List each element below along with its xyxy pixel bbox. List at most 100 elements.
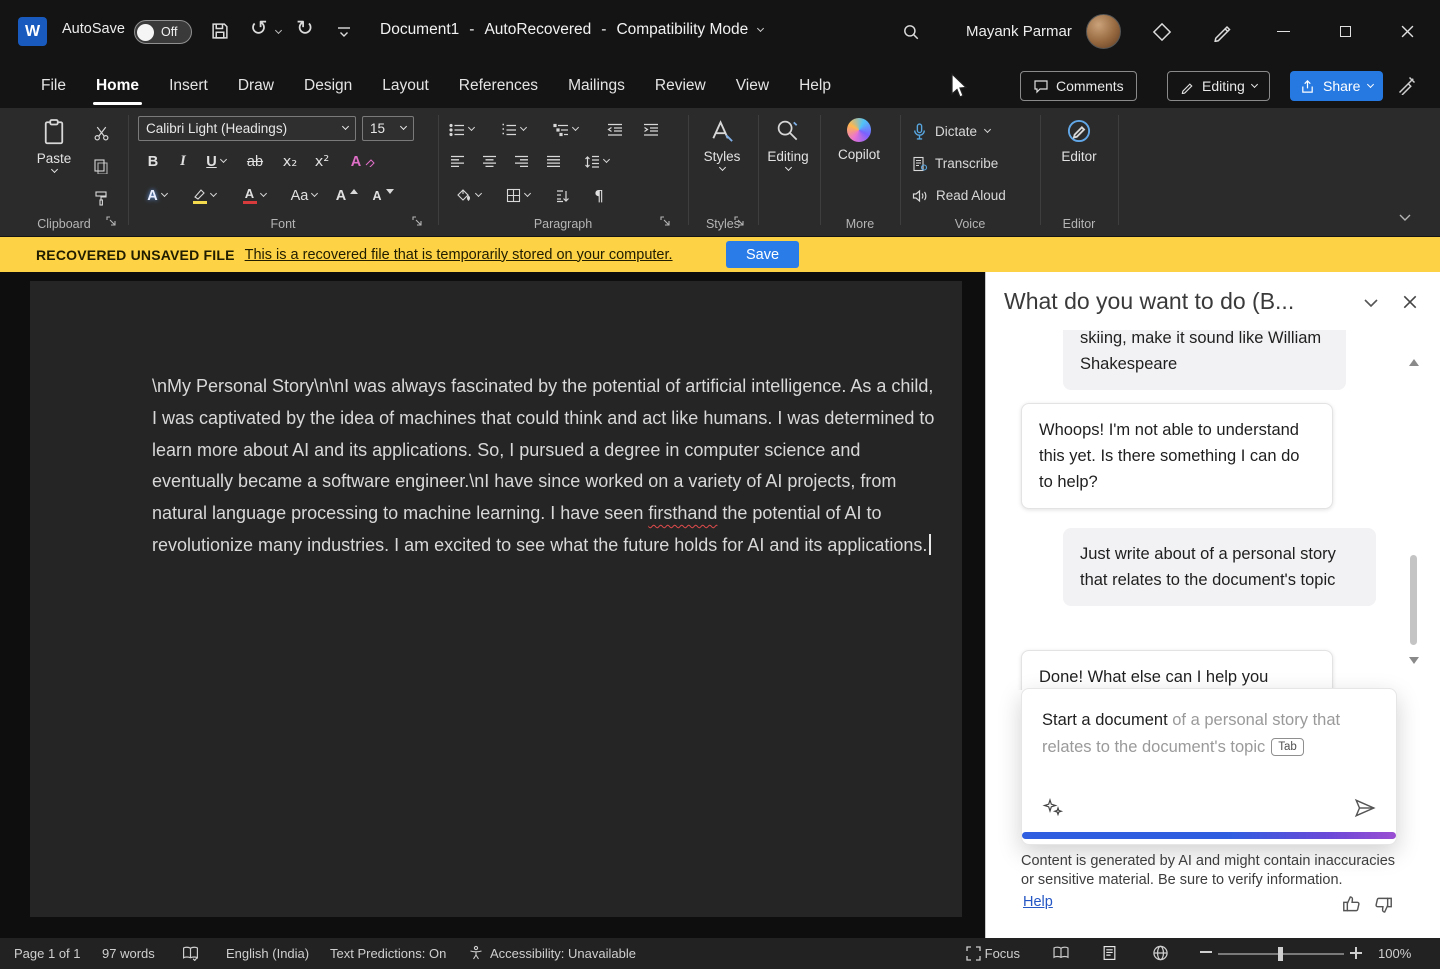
read-mode-button[interactable] — [1052, 945, 1070, 960]
tab-references[interactable]: References — [444, 63, 553, 108]
tab-insert[interactable]: Insert — [154, 63, 223, 108]
superscript-button[interactable]: x² — [308, 148, 336, 175]
highlight-color-button[interactable] — [184, 182, 224, 209]
word-logo-icon[interactable]: W — [18, 17, 47, 46]
zoom-level[interactable]: 100% — [1378, 946, 1411, 961]
panel-collapse-button[interactable] — [1362, 296, 1380, 310]
close-button[interactable] — [1385, 0, 1430, 63]
language-indicator[interactable]: English (India) — [226, 946, 309, 961]
underline-button[interactable]: U — [198, 148, 234, 175]
justify-button[interactable] — [540, 148, 566, 175]
search-button[interactable] — [902, 23, 920, 41]
thumbs-down-button[interactable] — [1374, 896, 1393, 915]
tab-design[interactable]: Design — [289, 63, 367, 108]
read-aloud-button[interactable]: Read Aloud — [912, 182, 1020, 209]
change-case-button[interactable]: Aa — [284, 182, 324, 209]
word-count[interactable]: 97 words — [102, 946, 155, 961]
editing-button[interactable]: Editing — [762, 114, 814, 170]
align-center-button[interactable] — [476, 148, 502, 175]
copilot-button[interactable]: Copilot — [828, 114, 890, 162]
accessibility-status[interactable]: Accessibility: Unavailable — [490, 946, 636, 961]
font-color-button[interactable]: A — [234, 182, 274, 209]
help-link[interactable]: Help — [1023, 894, 1053, 910]
strikethrough-button[interactable]: ab — [240, 148, 270, 175]
font-size-combo[interactable]: 15 — [362, 116, 414, 141]
paste-button[interactable]: Paste — [30, 114, 78, 172]
print-layout-button[interactable] — [1102, 945, 1117, 961]
rewrite-sparkle-button[interactable] — [1042, 798, 1064, 818]
text-predictions-indicator[interactable]: Text Predictions: On — [330, 946, 446, 961]
copilot-composer[interactable]: Start a document of a personal story tha… — [1021, 688, 1397, 845]
autosave-toggle[interactable]: Off — [134, 20, 192, 44]
line-spacing-button[interactable] — [578, 148, 614, 175]
show-formatting-button[interactable]: ¶ — [586, 182, 612, 209]
tab-layout[interactable]: Layout — [367, 63, 444, 108]
document-page[interactable]: \nMy Personal Story\n\nI was always fasc… — [30, 281, 962, 917]
recovered-file-message[interactable]: This is a recovered file that is tempora… — [245, 247, 673, 263]
web-layout-button[interactable] — [1152, 945, 1169, 961]
format-painter-button[interactable] — [88, 184, 114, 211]
paragraph-dialog-launcher[interactable] — [660, 216, 671, 227]
save-button[interactable] — [210, 21, 230, 41]
comments-button[interactable]: Comments — [1020, 71, 1137, 101]
focus-button[interactable]: Focus — [966, 946, 1020, 961]
tab-help[interactable]: Help — [784, 63, 846, 108]
tab-draw[interactable]: Draw — [223, 63, 289, 108]
clipboard-dialog-launcher[interactable] — [106, 216, 117, 227]
accessibility-button[interactable] — [468, 945, 484, 961]
subscript-button[interactable]: x₂ — [276, 148, 304, 175]
scrollbar-thumb[interactable] — [1410, 555, 1417, 645]
coauthor-pen-icon[interactable] — [1397, 75, 1417, 95]
editor-button[interactable]: Editor — [1048, 114, 1110, 164]
scroll-down-button[interactable] — [1409, 664, 1419, 682]
styles-button[interactable]: Styles — [694, 114, 750, 170]
undo-button[interactable]: ↺ — [250, 18, 268, 39]
tab-home[interactable]: Home — [81, 63, 154, 108]
copy-button[interactable] — [88, 152, 114, 179]
bullets-button[interactable] — [444, 116, 478, 143]
font-dialog-launcher[interactable] — [412, 216, 423, 227]
editing-mode-button[interactable]: Editing — [1167, 71, 1270, 101]
document-title[interactable]: Document1 - AutoRecovered - Compatibilit… — [380, 21, 763, 39]
proofing-status-button[interactable] — [182, 945, 199, 961]
shrink-font-button[interactable]: A — [368, 182, 398, 209]
scroll-up-button[interactable] — [1409, 342, 1419, 360]
dictate-button[interactable]: Dictate — [912, 118, 1002, 145]
collapse-ribbon-button[interactable] — [1398, 212, 1412, 224]
customize-toolbar-button[interactable] — [336, 25, 352, 39]
share-button[interactable]: Share — [1290, 71, 1383, 101]
align-right-button[interactable] — [508, 148, 534, 175]
minimize-button[interactable] — [1261, 0, 1306, 63]
borders-button[interactable] — [500, 182, 536, 209]
zoom-slider[interactable] — [1218, 953, 1344, 955]
designer-icon[interactable] — [1152, 22, 1172, 42]
maximize-button[interactable] — [1323, 0, 1368, 63]
sort-button[interactable] — [548, 182, 576, 209]
increase-indent-button[interactable] — [638, 116, 664, 143]
grow-font-button[interactable]: A — [332, 182, 362, 209]
cut-button[interactable] — [88, 120, 114, 147]
zoom-slider-thumb[interactable] — [1278, 947, 1283, 961]
multilevel-list-button[interactable] — [548, 116, 582, 143]
transcribe-button[interactable]: Transcribe — [912, 150, 1016, 177]
undo-chevron-icon[interactable] — [275, 27, 282, 34]
numbering-button[interactable] — [496, 116, 530, 143]
clear-formatting-button[interactable]: A — [348, 148, 378, 175]
user-avatar[interactable] — [1086, 14, 1121, 49]
font-name-combo[interactable]: Calibri Light (Headings) — [138, 116, 356, 141]
tab-view[interactable]: View — [721, 63, 784, 108]
tab-mailings[interactable]: Mailings — [553, 63, 640, 108]
send-button[interactable] — [1354, 798, 1376, 818]
text-effects-button[interactable]: A — [142, 182, 172, 209]
misspelled-word[interactable]: firsthand — [648, 503, 717, 523]
styles-dialog-launcher[interactable] — [734, 216, 745, 227]
bold-button[interactable]: B — [140, 148, 166, 175]
thumbs-up-button[interactable] — [1342, 894, 1361, 913]
zoom-out-button[interactable] — [1200, 951, 1212, 953]
document-text[interactable]: \nMy Personal Story\n\nI was always fasc… — [152, 371, 940, 562]
ink-pen-icon[interactable] — [1212, 22, 1232, 42]
recovery-save-button[interactable]: Save — [726, 241, 799, 268]
redo-button[interactable]: ↻ — [296, 18, 314, 39]
page-indicator[interactable]: Page 1 of 1 — [14, 946, 81, 961]
shading-button[interactable] — [450, 182, 486, 209]
